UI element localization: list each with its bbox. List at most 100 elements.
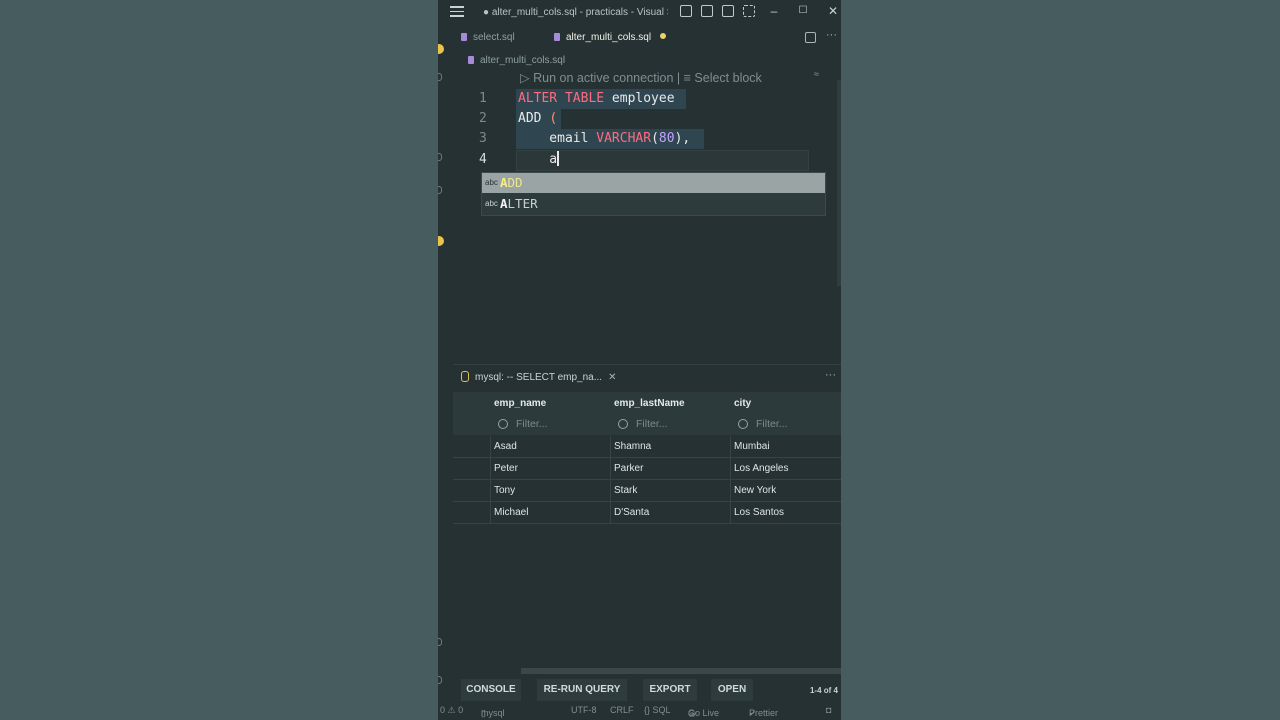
more-actions-icon[interactable]: ··· bbox=[826, 29, 837, 41]
toggle-panel-icon[interactable] bbox=[701, 5, 713, 17]
minimize-button[interactable]: – bbox=[767, 4, 781, 18]
table-cell[interactable]: Parker bbox=[614, 463, 643, 474]
sql-file-icon bbox=[461, 33, 467, 41]
column-divider bbox=[610, 436, 611, 458]
account-icon bbox=[438, 638, 442, 646]
column-divider bbox=[610, 458, 611, 480]
toggle-secondary-sidebar-icon[interactable] bbox=[722, 5, 734, 17]
horizontal-scrollbar[interactable] bbox=[521, 668, 841, 674]
column-divider bbox=[490, 480, 491, 502]
code-line[interactable]: 1 ALTER TABLE employee bbox=[453, 89, 833, 109]
open-button[interactable]: OPEN bbox=[711, 679, 753, 701]
table-row[interactable]: Peter Parker Los Angeles bbox=[453, 458, 841, 480]
split-editor-icon[interactable] bbox=[805, 32, 816, 43]
minimap-toggle-icon[interactable]: ≈ bbox=[814, 69, 819, 79]
tab-select-sql[interactable]: select.sql bbox=[461, 28, 515, 50]
eol-indicator[interactable]: CRLF bbox=[610, 705, 634, 715]
tab-alter-multi-cols-sql[interactable]: alter_multi_cols.sql bbox=[554, 28, 667, 50]
table-cell[interactable]: New York bbox=[734, 485, 776, 496]
column-divider bbox=[490, 458, 491, 480]
column-divider bbox=[490, 436, 491, 458]
table-cell[interactable]: Peter bbox=[494, 463, 518, 474]
settings-gear-icon bbox=[438, 676, 442, 684]
code-text: a bbox=[518, 150, 559, 170]
database-icon bbox=[461, 371, 469, 382]
table-cell[interactable]: Mumbai bbox=[734, 441, 770, 452]
rerun-query-button[interactable]: RE-RUN QUERY bbox=[537, 679, 627, 701]
line-number: 4 bbox=[479, 152, 487, 167]
column-divider bbox=[730, 458, 731, 480]
editor-tabs: select.sql alter_multi_cols.sql ··· bbox=[453, 28, 841, 50]
activity-marker-icon bbox=[438, 73, 442, 81]
activity-badge-icon bbox=[438, 236, 444, 246]
code-token: a bbox=[518, 152, 558, 167]
table-row[interactable]: Asad Shamna Mumbai bbox=[453, 436, 841, 458]
filter-icon bbox=[738, 419, 748, 429]
code-token: ADD bbox=[518, 111, 550, 126]
code-token: VARCHAR bbox=[596, 131, 652, 146]
results-tab[interactable]: mysql: -- SELECT emp_na... ✕ bbox=[461, 371, 616, 383]
breadcrumb[interactable]: alter_multi_cols.sql bbox=[468, 55, 565, 66]
table-row[interactable]: Tony Stark New York bbox=[453, 480, 841, 502]
toggle-primary-sidebar-icon[interactable] bbox=[680, 5, 692, 17]
code-token: ), bbox=[674, 131, 691, 146]
suggestion-add[interactable]: abc ADD bbox=[482, 173, 825, 193]
table-cell[interactable]: Stark bbox=[614, 485, 637, 496]
suggestion-alter[interactable]: abc ALTER bbox=[482, 194, 825, 214]
code-editor[interactable]: 1 ALTER TABLE employee 2 ADD (3 email VARCH… bbox=[453, 86, 841, 346]
filter-city[interactable]: Filter... bbox=[738, 418, 788, 430]
column-header-city[interactable]: city bbox=[734, 398, 751, 409]
close-results-icon[interactable]: ✕ bbox=[608, 372, 616, 383]
table-cell[interactable]: Tony bbox=[494, 485, 515, 496]
codelens-run-select[interactable]: ▷ Run on active connection | ≡ Select bl… bbox=[520, 70, 762, 85]
line-number: 2 bbox=[479, 111, 487, 126]
close-button[interactable]: ✕ bbox=[826, 4, 840, 18]
filter-emp-name[interactable]: Filter... bbox=[498, 418, 548, 430]
hamburger-menu-icon[interactable] bbox=[450, 6, 464, 17]
column-divider bbox=[610, 480, 611, 502]
sql-file-icon bbox=[468, 56, 474, 64]
table-row[interactable]: Michael D'Santa Los Santos bbox=[453, 502, 841, 524]
notifications-bell-icon[interactable]: ◘ bbox=[826, 705, 831, 715]
activity-marker-icon bbox=[438, 186, 442, 194]
column-divider bbox=[730, 502, 731, 524]
column-header-emp-name[interactable]: emp_name bbox=[494, 398, 546, 409]
code-line[interactable]: 4 a bbox=[453, 150, 833, 170]
problems-indicator[interactable]: 0 ⚠ 0 bbox=[440, 705, 463, 716]
filter-icon bbox=[618, 419, 628, 429]
customize-layout-icon[interactable] bbox=[743, 5, 755, 17]
table-cell[interactable]: D'Santa bbox=[614, 507, 649, 518]
table-cell[interactable]: Los Angeles bbox=[734, 463, 789, 474]
code-line[interactable]: 2 ADD ( bbox=[453, 109, 833, 129]
code-line[interactable]: 3 email VARCHAR(80), bbox=[453, 129, 833, 149]
text-suggestion-icon: abc bbox=[485, 199, 498, 208]
language-indicator[interactable]: {} SQL bbox=[644, 705, 671, 715]
panel-actions: CONSOLE RE-RUN QUERY EXPORT OPEN 1-4 of … bbox=[453, 679, 841, 701]
code-text: email VARCHAR(80), bbox=[518, 129, 690, 149]
export-button[interactable]: EXPORT bbox=[643, 679, 697, 701]
code-text: ADD ( bbox=[518, 109, 557, 129]
filter-icon bbox=[498, 419, 508, 429]
unsaved-dot-icon[interactable] bbox=[660, 33, 667, 39]
table-cell[interactable]: Shamna bbox=[614, 441, 651, 452]
column-header-emp-lastname[interactable]: emp_lastName bbox=[614, 398, 685, 409]
maximize-button[interactable]: ☐ bbox=[796, 5, 810, 16]
autocomplete-suggestions: abc ADD abc ALTER bbox=[481, 172, 826, 216]
query-results-panel: mysql: -- SELECT emp_na... ✕ ··· emp_name… bbox=[453, 364, 841, 704]
text-cursor bbox=[557, 151, 559, 166]
table-cell[interactable]: Michael bbox=[494, 507, 528, 518]
line-number: 1 bbox=[479, 91, 487, 106]
table-cell[interactable]: Los Santos bbox=[734, 507, 784, 518]
encoding-indicator[interactable]: UTF-8 bbox=[571, 705, 597, 715]
column-divider bbox=[490, 502, 491, 524]
console-button[interactable]: CONSOLE bbox=[461, 679, 521, 701]
panel-more-icon[interactable]: ··· bbox=[825, 369, 836, 381]
sql-file-icon bbox=[554, 33, 560, 41]
filter-emp-lastname[interactable]: Filter... bbox=[618, 418, 668, 430]
column-divider bbox=[730, 436, 731, 458]
status-bar: 0 ⚠ 0 ▯ mysql UTF-8 CRLF {} SQL ◎ Go Liv… bbox=[438, 702, 841, 720]
table-cell[interactable]: Asad bbox=[494, 441, 517, 452]
code-token: ( bbox=[549, 111, 558, 126]
title-bar: ● alter_multi_cols.sql - practicals - Vi… bbox=[438, 0, 841, 24]
code-text: ALTER TABLE employee bbox=[518, 89, 675, 109]
